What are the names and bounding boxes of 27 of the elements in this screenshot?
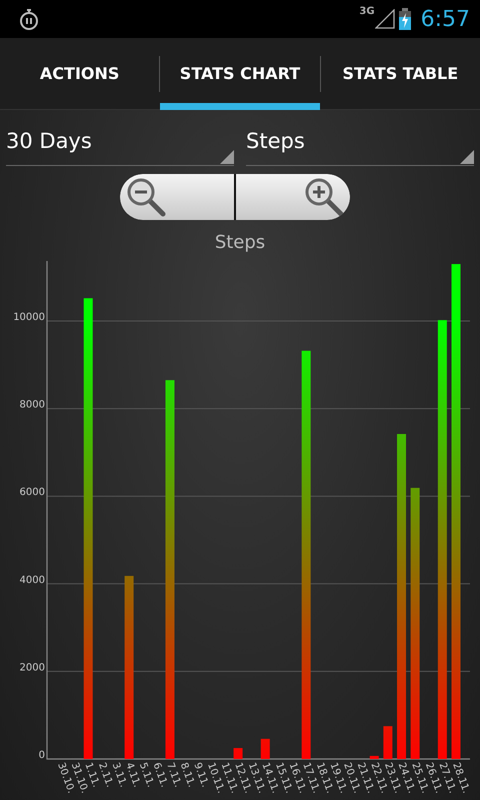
battery-charging-icon <box>398 8 411 30</box>
bar <box>383 726 392 759</box>
bar <box>234 748 243 759</box>
y-axis-label: 10000 <box>13 312 45 323</box>
zoom-in-icon <box>304 177 344 217</box>
chart-title: Steps <box>214 231 266 255</box>
bar <box>260 738 270 759</box>
y-axis-label: 0 <box>38 750 45 761</box>
zoom-in-button[interactable] <box>236 174 350 220</box>
tab[interactable]: STATS CHART <box>160 38 320 110</box>
network-type: 3G <box>359 6 375 17</box>
signal-icon <box>374 9 395 29</box>
stopwatch-icon <box>18 7 40 31</box>
clock-time: 6:57 <box>420 6 470 32</box>
y-axis-label: 6000 <box>20 487 45 498</box>
y-axis-label: 4000 <box>20 574 45 586</box>
dropdown-corner-icon <box>460 150 474 164</box>
dropdown-spinner[interactable]: 30 Days <box>6 122 234 166</box>
dropdown-corner-icon <box>220 150 234 164</box>
zoom-out-icon <box>126 177 166 217</box>
tab[interactable]: ACTIONS <box>0 38 160 110</box>
zoom-out-button[interactable] <box>120 174 234 220</box>
tab[interactable]: STATS TABLE <box>320 38 480 110</box>
bar <box>370 756 379 759</box>
dropdown-spinner[interactable]: Steps <box>246 122 474 166</box>
y-axis-label: 2000 <box>20 662 45 674</box>
y-axis-label: 8000 <box>20 400 45 411</box>
